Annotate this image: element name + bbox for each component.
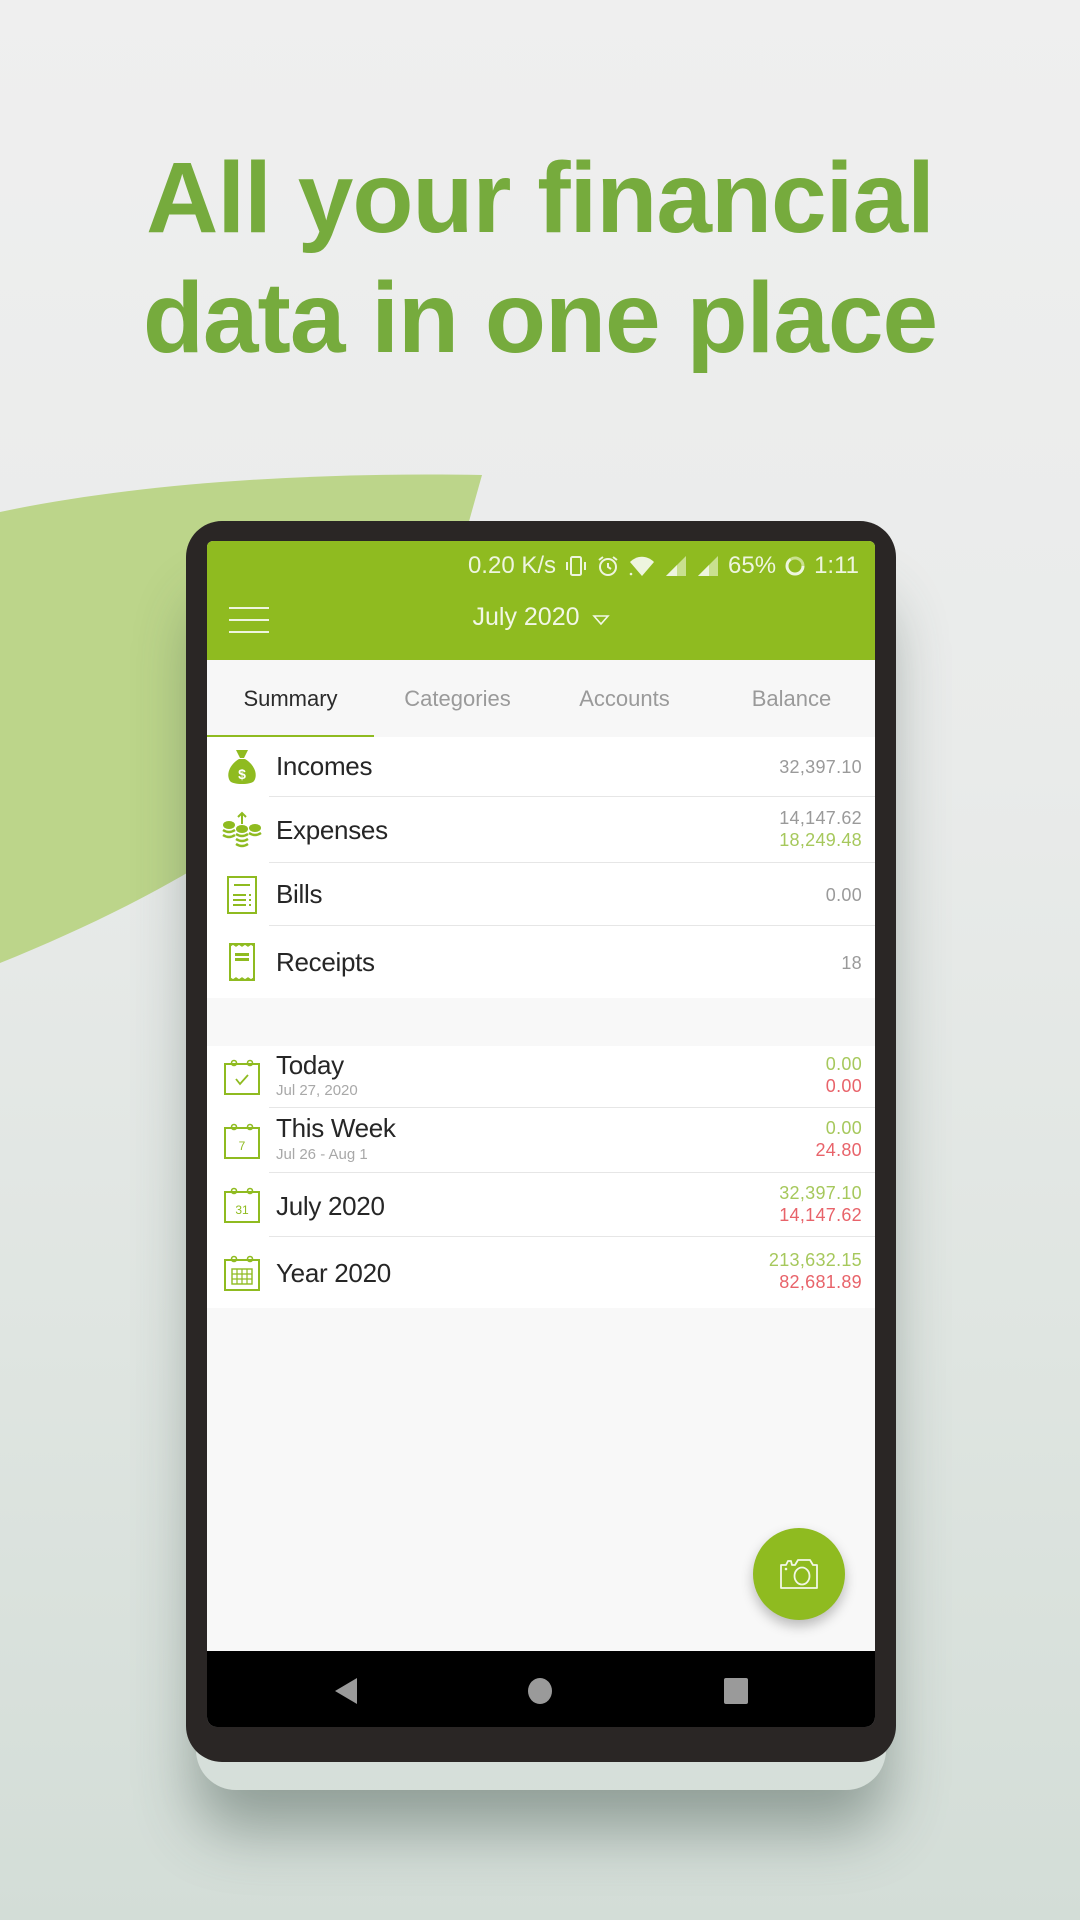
tab-summary[interactable]: Summary [207,660,374,738]
signal-icon [666,556,687,576]
tab-balance[interactable]: Balance [708,660,875,737]
recents-icon[interactable] [723,1677,749,1705]
money-bag-icon: $ [228,750,256,784]
status-bar: 0.20 K/s 65% 1:11 [468,549,859,583]
calendar-month-icon: 31 [224,1187,260,1223]
period-row-year[interactable]: Year 2020 213,632.15 82,681.89 [207,1237,875,1308]
summary-row-receipts[interactable]: Receipts 18 [207,926,875,998]
system-nav-bar [207,1651,875,1727]
expenses-secondary-value: 18,249.48 [779,830,862,850]
incomes-value: 32,397.10 [779,757,862,777]
income-value: 32,397.10 [779,1183,862,1203]
signal-icon [698,556,719,576]
row-sublabel: Jul 27, 2020 [276,1082,358,1099]
row-label: Today [276,1050,344,1080]
row-label: This Week [276,1113,396,1143]
income-value: 0.00 [825,1054,862,1074]
coins-icon [222,811,262,848]
expense-value: 82,681.89 [779,1272,862,1292]
calendar-check-icon [224,1059,260,1095]
vibrate-icon [566,556,587,576]
headline-line-1: All your financial [146,142,935,254]
battery-icon [785,556,805,576]
camera-icon [780,1559,818,1589]
summary-row-bills[interactable]: Bills 0.00 [207,863,875,926]
receipt-icon [229,943,255,981]
period-row-today[interactable]: Today Jul 27, 2020 0.00 0.00 [207,1046,875,1108]
expense-value: 14,147.62 [779,1205,862,1225]
phone-screen: 0.20 K/s 65% 1:11 July 2020 Summary Cate… [207,541,875,1727]
expense-value: 0.00 [825,1076,862,1096]
clock: 1:11 [814,552,859,579]
app-bar: 0.20 K/s 65% 1:11 July 2020 [207,541,875,660]
tab-categories[interactable]: Categories [374,660,541,737]
back-icon[interactable] [333,1677,359,1705]
calendar-year-icon [224,1255,260,1291]
row-label: Year 2020 [276,1258,391,1288]
income-value: 0.00 [825,1118,862,1138]
receipts-count: 18 [841,953,862,973]
period-row-week[interactable]: 7 This Week Jul 26 - Aug 1 0.00 24.80 [207,1108,875,1173]
svg-text:7: 7 [239,1139,246,1153]
summary-list: $ Incomes 32,397.10 Expenses 14,147.62 1… [207,737,875,998]
camera-fab-button[interactable] [753,1528,845,1620]
period-title: July 2020 [472,603,580,631]
bills-value: 0.00 [825,885,862,905]
row-label: Bills [276,879,323,909]
expense-value: 24.80 [815,1140,862,1160]
triangle-down-icon [591,604,610,633]
summary-row-incomes[interactable]: $ Incomes 32,397.10 [207,737,875,797]
period-row-month[interactable]: 31 July 2020 32,397.10 14,147.62 [207,1173,875,1237]
headline-line-2: data in one place [142,262,938,374]
calendar-week-icon: 7 [224,1123,260,1159]
svg-text:31: 31 [235,1203,249,1217]
alarm-icon [598,556,618,576]
row-label: Receipts [276,947,375,977]
period-list: Today Jul 27, 2020 0.00 0.00 7 This Week… [207,1046,875,1308]
home-icon[interactable] [527,1677,553,1705]
tab-accounts[interactable]: Accounts [541,660,708,737]
headline: All your financial data in one place [0,138,1080,378]
income-value: 213,632.15 [768,1250,862,1270]
wifi-icon [629,556,655,576]
row-sublabel: Jul 26 - Aug 1 [276,1146,368,1163]
row-label: July 2020 [276,1191,385,1221]
network-speed: 0.20 K/s [467,552,557,579]
tab-bar: Summary Categories Accounts Balance [207,660,875,738]
svg-text:$: $ [238,766,246,782]
battery-percent: 65% [728,552,777,579]
period-selector[interactable]: July 2020 [207,603,875,633]
row-label: Expenses [276,815,388,845]
bill-icon [227,875,257,914]
expenses-value: 14,147.62 [779,808,862,828]
summary-row-expenses[interactable]: Expenses 14,147.62 18,249.48 [207,797,875,863]
row-label: Incomes [276,751,373,781]
